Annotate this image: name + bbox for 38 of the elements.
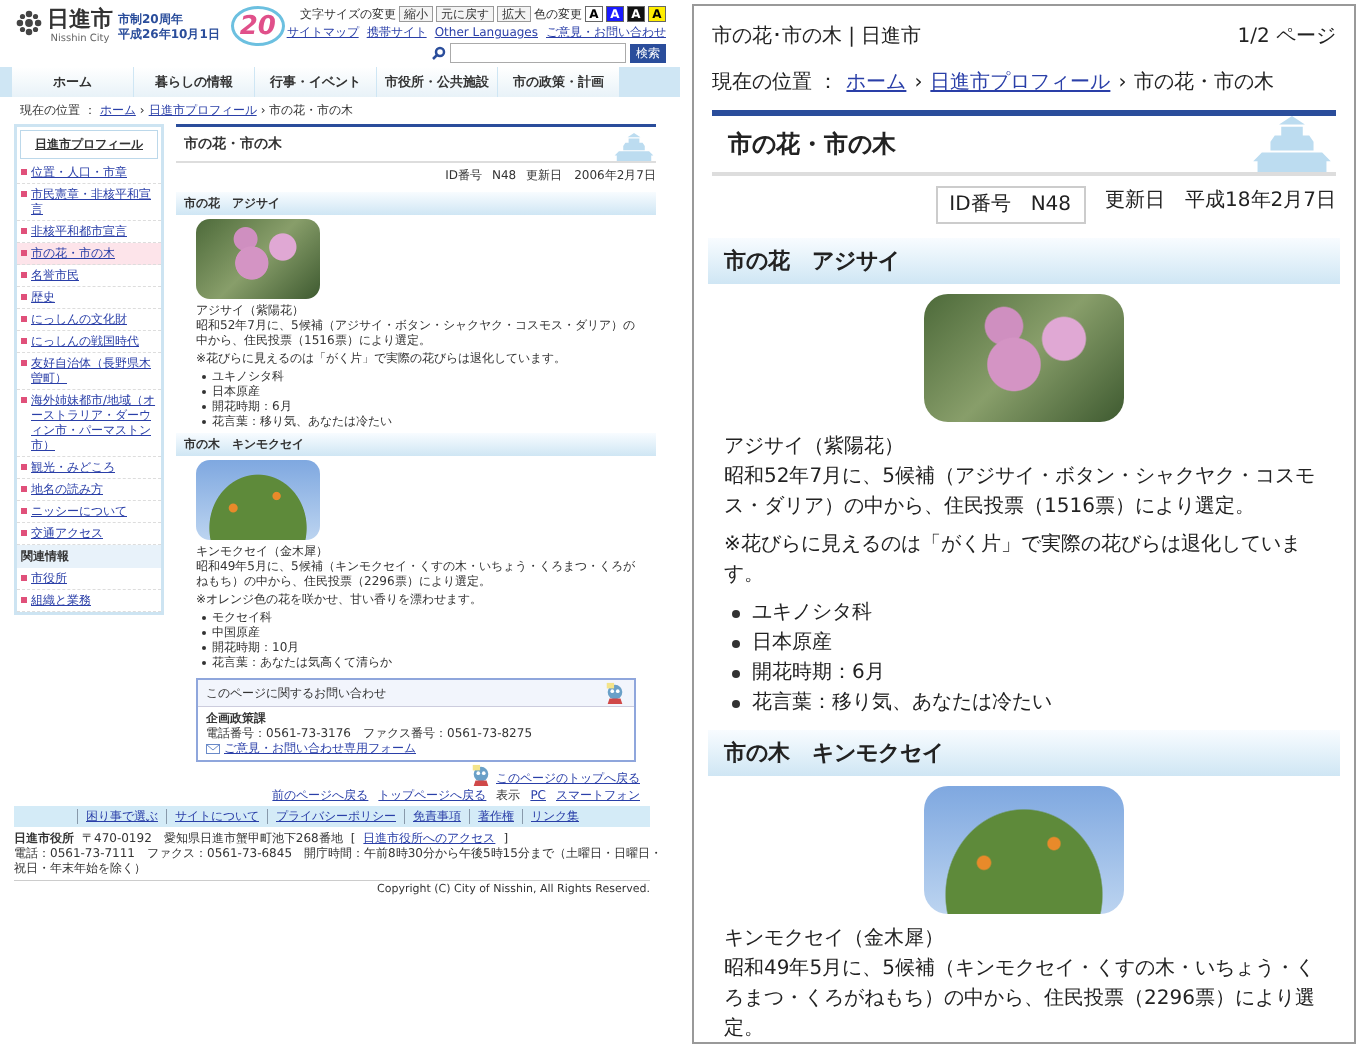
page-count: 1/2 ページ	[1237, 24, 1336, 52]
paragraph-text: 昭和52年7月に、5候補（アジサイ・ボタン・シャクヤク・コスモス・ダリア）の中から、住民投票（1516票）により選定。	[722, 463, 1317, 522]
logo-icon	[16, 10, 42, 36]
breadcrumb-link[interactable]: 日進市プロフィール	[930, 68, 1111, 98]
caption-text: キンモクセイ（金木犀）	[722, 925, 946, 954]
section-heading: 市の木 キンモクセイ	[708, 730, 1340, 776]
castle-icon	[1248, 116, 1336, 172]
list-item-text: ユキノシタ科	[752, 599, 872, 628]
caption-text: アジサイ（紫陽花）	[722, 433, 906, 462]
photo-placeholder	[196, 460, 320, 540]
paragraph-text: 昭和49年5月に、5候補（キンモクセイ・くすの木・いちょう・くろまつ・くろがねもち）の中から、住民投票（2296票）により選定。	[722, 955, 1317, 1042]
search-field[interactable]	[450, 43, 626, 63]
breadcrumb-separator: ›	[914, 70, 923, 98]
logo-text: 日進市	[47, 6, 113, 33]
mail-icon	[206, 743, 220, 754]
photo-placeholder	[196, 219, 320, 299]
castle-icon	[612, 133, 656, 161]
breadcrumb-link[interactable]: ホーム	[846, 68, 907, 98]
list-item-text: 花言葉：移り気、あなたは冷たい	[752, 689, 1052, 718]
bullet-icon	[732, 699, 740, 707]
list-item-text: 日本原産	[752, 629, 832, 658]
page-title: 市の花・市の木	[728, 129, 896, 159]
breadcrumb-separator: ›	[1118, 70, 1127, 98]
document-title: 市の花･市の木 | 日進市	[712, 23, 922, 52]
breadcrumb-label: 現在の位置 ：	[712, 69, 839, 98]
bullet-icon	[732, 669, 740, 677]
list-item-text: 開花時期：6月	[752, 659, 885, 688]
search-icon	[432, 46, 446, 60]
anniversary-logo: 20	[230, 6, 285, 46]
breadcrumb-current: 市の花・市の木	[1134, 69, 1275, 98]
character-icon	[470, 764, 492, 786]
updated-date: 更新日 平成18年2月7日	[1105, 187, 1336, 216]
bullet-icon	[732, 609, 740, 617]
id-label: ID番号 N48	[935, 186, 1086, 224]
note-text: ※花びらに見えるのは「がく片」で実際の花びらは退化しています。	[722, 531, 1303, 590]
section-heading: 市の花 アジサイ	[708, 238, 1340, 284]
bullet-icon	[732, 639, 740, 647]
character-icon	[604, 682, 626, 704]
